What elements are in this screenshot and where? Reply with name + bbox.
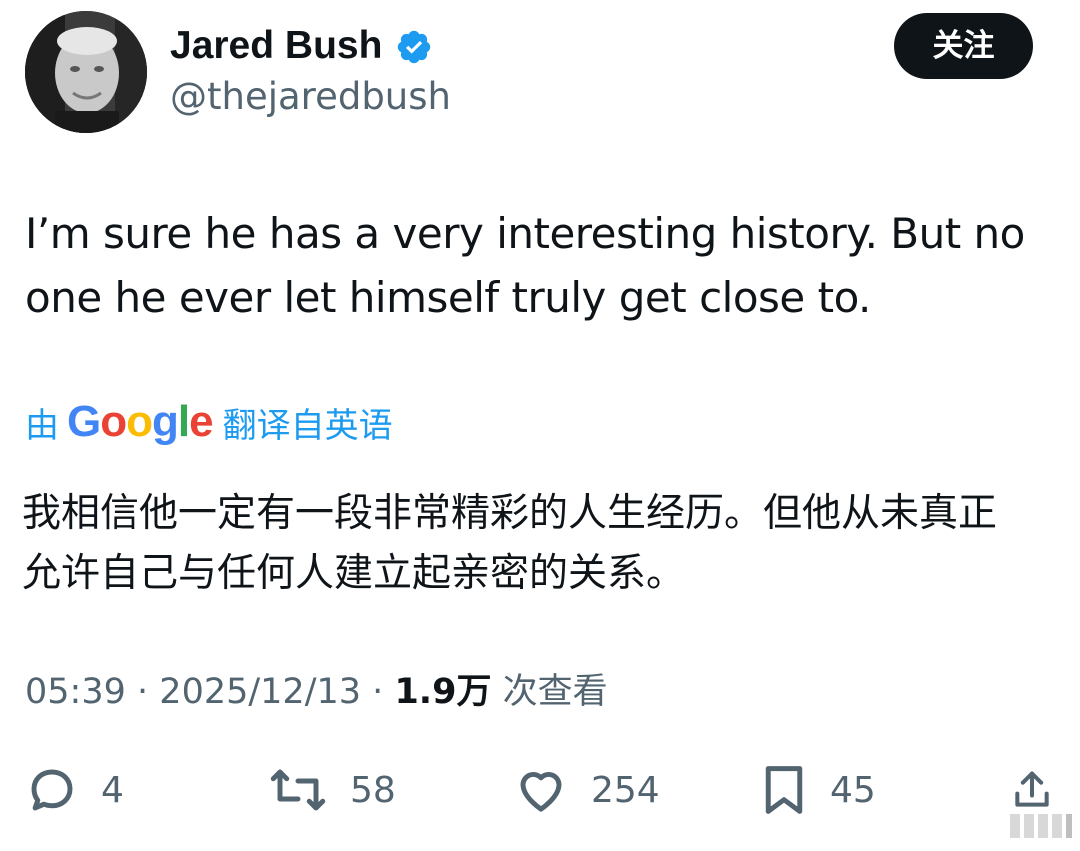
tweet-meta: 05:39 · 2025/12/13 · 1.9万 次查看 — [25, 666, 608, 718]
heart-icon — [520, 772, 562, 812]
meta-separator: · — [137, 672, 149, 712]
tweet-date[interactable]: 2025/12/13 — [159, 672, 361, 712]
like-button[interactable]: 254 — [513, 755, 660, 825]
tweet-text: I’m sure he has a very interesting histo… — [25, 209, 1025, 322]
translated-tweet-text: 我相信他一定有一段非常精彩的人生经历。但他从未真正允许自己与任何人建立起亲密的关… — [22, 491, 998, 596]
repost-button[interactable]: 58 — [268, 755, 396, 825]
reply-bubble-icon — [31, 769, 73, 811]
bookmark-count: 45 — [830, 769, 876, 811]
author-display-name[interactable]: Jared Bush — [170, 22, 382, 70]
views-label: 次查看 — [502, 672, 608, 712]
meta-separator: · — [372, 672, 384, 712]
translation-attribution[interactable]: 由 Google 翻译自英语 — [25, 395, 393, 449]
watermark-decoration — [1010, 814, 1072, 838]
reply-button[interactable]: 4 — [25, 755, 124, 825]
verified-badge-icon — [397, 30, 431, 64]
share-upload-icon — [1015, 771, 1049, 807]
like-count: 254 — [591, 769, 660, 811]
bookmark-icon — [765, 766, 803, 814]
translation-suffix: 翻译自英语 — [222, 405, 393, 446]
translation-prefix: 由 — [25, 405, 59, 446]
views-count: 1.9万 — [394, 672, 492, 712]
tweet-time[interactable]: 05:39 — [25, 672, 126, 712]
repost-arrows-icon — [270, 769, 326, 811]
bookmark-button[interactable]: 45 — [760, 755, 876, 825]
tweet-action-bar: 4 58 254 45 — [0, 755, 1080, 825]
follow-button[interactable]: 关注 — [894, 13, 1033, 79]
google-logo: Google — [67, 397, 214, 446]
author-handle[interactable]: @thejaredbush — [170, 74, 451, 120]
reply-count: 4 — [101, 769, 124, 811]
repost-count: 58 — [350, 769, 396, 811]
author-avatar[interactable] — [25, 11, 147, 133]
